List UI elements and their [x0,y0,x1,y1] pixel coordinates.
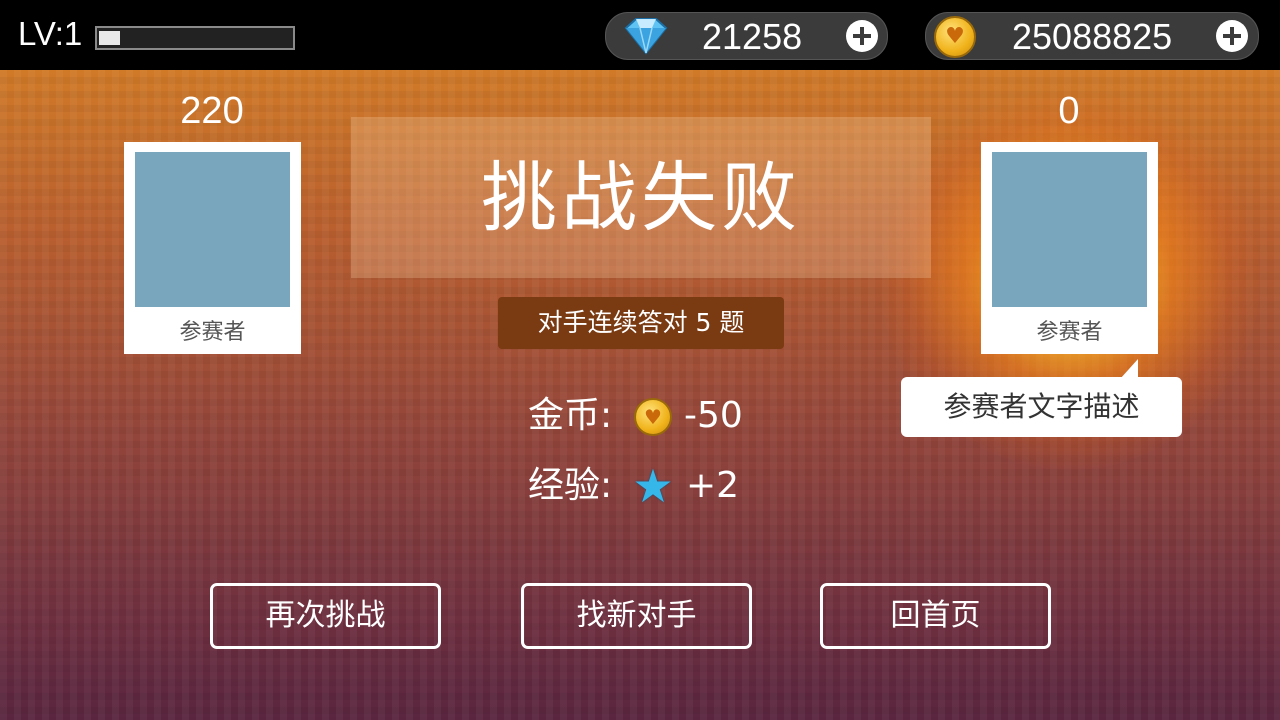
level-label: LV:1 [18,15,83,52]
retry-challenge-button[interactable]: 再次挑战 [210,583,441,649]
gems-count: 21258 [702,16,803,57]
coins-count: 25088825 [1012,16,1173,57]
coins-counter: ♥ 25088825 [925,12,1259,60]
gems-counter: 21258 [605,12,888,60]
player-score: 220 [180,90,244,132]
result-title-banner: 挑战失败 [351,117,931,278]
xp-progress-bar [95,26,295,50]
player-name: 参赛者 [179,320,246,345]
coin-reward-row: 金币: ♥ -50 [528,394,758,438]
coin-reward-label: 金币: [528,395,613,436]
top-status-bar: LV:1 21258 ♥ 25088825 [0,0,1280,70]
gold-heart-coin-icon: ♥ [934,16,976,58]
xp-progress-fill [99,31,120,45]
opponent-card[interactable]: 参赛者 [981,142,1158,354]
result-title: 挑战失败 [481,153,801,242]
exp-reward-label: 经验: [528,465,613,506]
result-screen: 220 参赛者 0 参赛者 挑战失败 对手连续答对 5 题 金币: ♥ -50 … [0,70,1280,720]
streak-badge: 对手连续答对 5 题 [498,297,784,349]
player-avatar [135,152,290,307]
tooltip-pointer [1120,359,1138,379]
star-icon: ★ [632,459,674,513]
diamond-icon [624,18,668,55]
opponent-description-tooltip: 参赛者文字描述 [901,377,1182,437]
opponent-name: 参赛者 [1036,320,1103,345]
find-new-opponent-button[interactable]: 找新对手 [521,583,752,649]
add-coins-button[interactable] [1216,20,1248,52]
add-gems-button[interactable] [846,20,878,52]
opponent-avatar [992,152,1147,307]
exp-reward-value: +2 [686,465,740,506]
home-button[interactable]: 回首页 [820,583,1051,649]
coin-reward-value: -50 [684,395,743,436]
opponent-score: 0 [1058,90,1080,132]
coin-icon: ♥ [634,398,672,436]
exp-reward-row: 经验: ★ +2 [528,459,758,513]
player-card[interactable]: 参赛者 [124,142,301,354]
